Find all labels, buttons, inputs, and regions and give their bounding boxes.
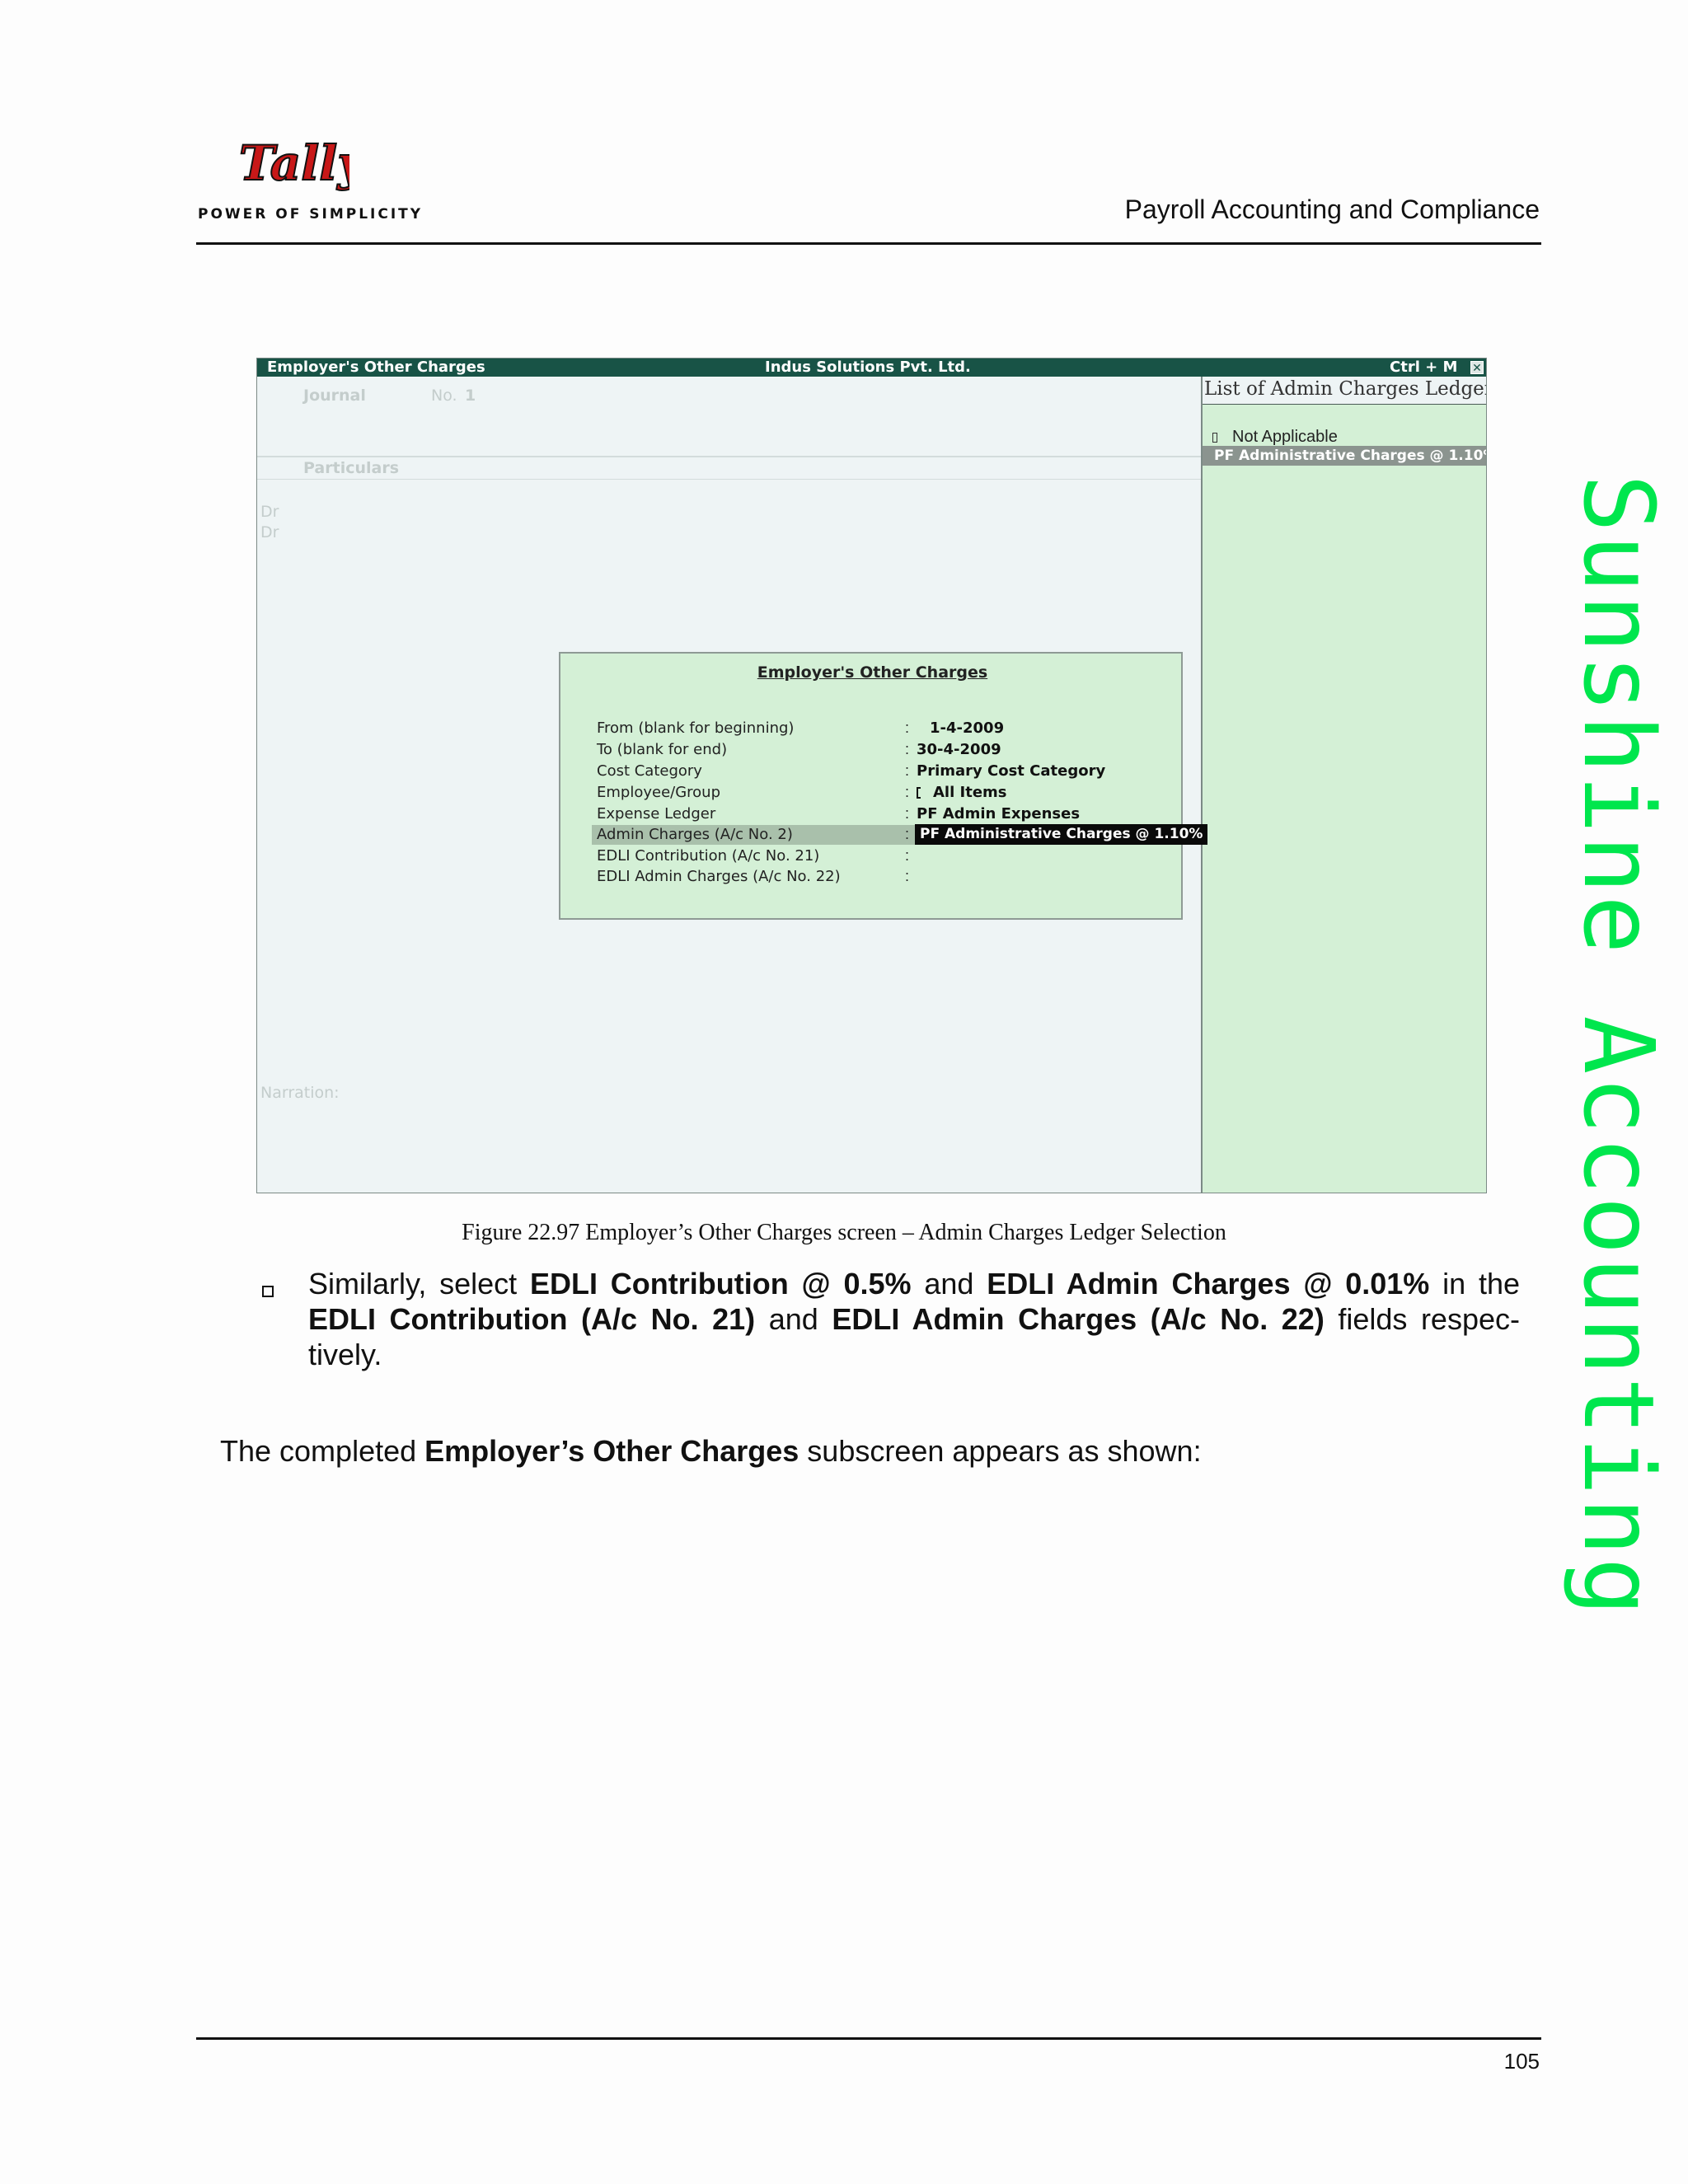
field-colon: : — [905, 762, 910, 779]
employers-other-charges-dialog: Employer's Other Charges From (blank for… — [559, 652, 1208, 920]
dr-label: Dr — [260, 503, 279, 521]
page-number: 105 — [1503, 2049, 1540, 2074]
bold-run: EDLI Contribution (A/c No. 21) — [308, 1302, 756, 1336]
admin-charges-ledger-list: List of Admin Charges Ledgers Not Applic… — [1201, 377, 1486, 1193]
field-label: Expense Ledger — [597, 805, 716, 823]
figure-caption: Figure 22.97 Employer’s Other Charges sc… — [462, 1220, 1226, 1245]
list-item-selected[interactable]: PF Administrative Charges @ 1.10% — [1203, 446, 1486, 466]
logo-wordmark: Tally — [239, 135, 349, 191]
list-title: List of Admin Charges Ledgers — [1203, 377, 1486, 405]
field-label: EDLI Admin Charges (A/c No. 22) — [597, 868, 841, 885]
voucher-number-label: No. — [431, 387, 457, 405]
divider — [257, 479, 1201, 480]
admin-charges-field[interactable]: PF Administrative Charges @ 1.10% — [915, 824, 1208, 845]
cost-category-field[interactable]: Primary Cost Category — [917, 762, 1105, 780]
body-paragraph: The completed Employer’s Other Charges s… — [220, 1434, 1202, 1469]
field-label: Cost Category — [597, 762, 702, 780]
group-marker-icon — [917, 787, 921, 799]
voucher-type: Journal — [303, 387, 366, 405]
field-colon: : — [905, 719, 910, 736]
tally-screenshot: Employer's Other Charges Indus Solutions… — [256, 358, 1487, 1193]
text-run: and — [911, 1267, 987, 1301]
text-run: Similarly, select — [308, 1267, 530, 1301]
bullet-icon — [262, 1286, 274, 1297]
voucher-number: 1 — [465, 387, 476, 405]
bold-run: EDLI Admin Charges @ 0.01% — [987, 1267, 1430, 1301]
text-run: subscreen appears as shown: — [799, 1434, 1202, 1468]
bold-run: EDLI Admin Charges (A/c No. 22) — [832, 1302, 1325, 1336]
bold-run: Employer’s Other Charges — [424, 1434, 799, 1468]
list-item[interactable]: Not Applicable — [1232, 428, 1338, 447]
field-label: Admin Charges (A/c No. 2) — [597, 826, 793, 843]
close-icon[interactable]: ✕ — [1470, 361, 1484, 375]
field-colon: : — [905, 805, 910, 822]
field-label: EDLI Contribution (A/c No. 21) — [597, 847, 820, 865]
field-colon: : — [905, 741, 910, 757]
list-marker-icon — [1212, 433, 1217, 443]
field-label: From (blank for beginning) — [597, 719, 795, 737]
field-colon: : — [905, 847, 910, 864]
expense-ledger-field[interactable]: PF Admin Expenses — [917, 805, 1080, 823]
field-colon: : — [905, 868, 910, 884]
employee-group-field[interactable]: All Items — [933, 784, 1007, 801]
to-date-field[interactable]: 30-4-2009 — [917, 741, 1001, 758]
tally-logo: Tally — [238, 134, 349, 192]
field-colon: : — [905, 784, 910, 800]
text-run: in the — [1429, 1267, 1520, 1301]
window-title: Employer's Other Charges — [267, 359, 485, 376]
text-run: and — [755, 1302, 832, 1336]
from-date-field[interactable]: 1-4-2009 — [930, 719, 1004, 737]
field-label: To (blank for end) — [597, 741, 728, 758]
field-label: Employee/Group — [597, 784, 721, 801]
text-run: The completed — [220, 1434, 425, 1468]
dr-label: Dr — [260, 523, 279, 541]
logo-tagline: POWER OF SIMPLICITY — [198, 206, 424, 223]
shortcut-hint: Ctrl + M — [1390, 359, 1458, 376]
divider — [257, 456, 1201, 457]
dialog-title: Employer's Other Charges — [757, 663, 988, 682]
narration-label: Narration: — [260, 1084, 340, 1102]
bold-run: EDLI Contribution @ 0.5% — [530, 1267, 912, 1301]
title-bar: Employer's Other Charges Indus Solutions… — [257, 359, 1486, 377]
particulars-header: Particulars — [303, 459, 400, 477]
header-divider — [196, 242, 1541, 245]
footer-divider — [196, 2037, 1541, 2040]
field-colon: : — [905, 826, 910, 842]
company-name: Indus Solutions Pvt. Ltd. — [765, 359, 971, 376]
bullet-paragraph: Similarly, select EDLI Contribution @ 0.… — [308, 1266, 1520, 1372]
watermark: Sunshine Accounting — [1562, 474, 1676, 1618]
section-title: Payroll Accounting and Compliance — [1124, 194, 1540, 224]
